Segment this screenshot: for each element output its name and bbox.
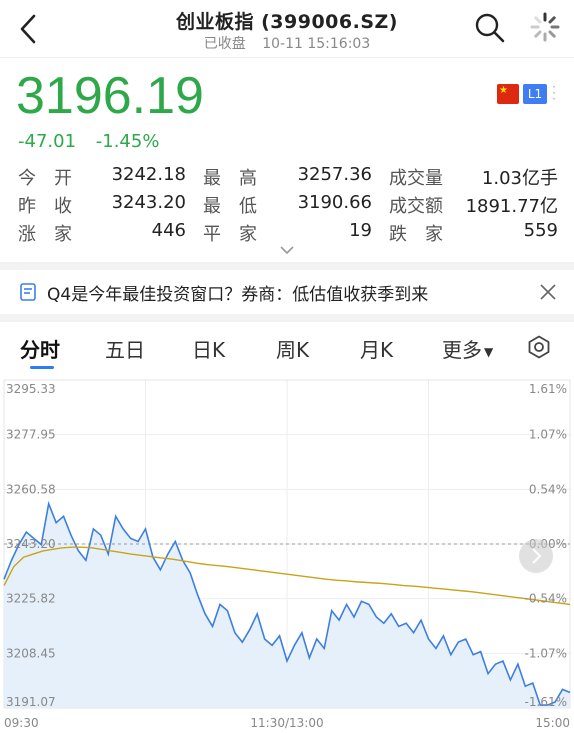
- section-divider: [0, 314, 574, 322]
- y-axis-left-label: 3243.20: [6, 537, 56, 551]
- stat-value: 1891.77亿: [465, 196, 558, 217]
- l1-badge[interactable]: L1: [523, 84, 547, 104]
- stat-label: 最低: [203, 196, 275, 217]
- top-bar: 创业板指 (399006.SZ) 已收盘 10-11 15:16:03: [0, 0, 574, 58]
- search-icon[interactable]: [474, 12, 506, 44]
- stats-row: 涨家 446 平家 19 跌家 559: [0, 220, 574, 246]
- stat-label: 今开: [18, 168, 90, 189]
- news-document-icon: [20, 283, 36, 301]
- status-text: 已收盘: [203, 36, 246, 52]
- news-headline[interactable]: Q4是今年最佳投资窗口？券商：低估值收获季到来: [47, 280, 428, 305]
- stat-value: 3190.66: [297, 192, 372, 213]
- y-axis-right-label: 1.61%: [529, 382, 567, 396]
- x-axis-label: 15:00: [535, 716, 570, 730]
- tab-five-day[interactable]: 五日: [105, 334, 145, 363]
- stat-label: 最高: [203, 168, 275, 189]
- tab-more[interactable]: 更多 ▼: [442, 334, 493, 363]
- x-axis-label: 09:30: [4, 716, 39, 730]
- y-axis-left-label: 3260.58: [6, 482, 56, 496]
- loading-spinner-icon[interactable]: [530, 12, 560, 42]
- stat-label: 成交额: [389, 196, 443, 217]
- stats-row: 昨收 3243.20 最低 3190.66 成交额 1891.77亿: [0, 192, 574, 218]
- close-icon[interactable]: [538, 282, 558, 302]
- next-arrow-icon[interactable]: [519, 539, 553, 573]
- tab-more-label: 更多: [442, 338, 482, 362]
- y-axis-right-label: 1.07%: [529, 428, 567, 442]
- news-banner[interactable]: Q4是今年最佳投资窗口？券商：低估值收获季到来: [0, 270, 574, 314]
- dropdown-caret-icon: ▼: [484, 344, 494, 359]
- stat-label: 涨家: [18, 224, 90, 245]
- change-percent: -1.45%: [95, 131, 160, 152]
- settings-icon[interactable]: [527, 335, 551, 359]
- more-options-icon[interactable]: · · ·: [550, 81, 558, 105]
- intraday-chart[interactable]: 3295.33 3277.95 3260.58 3243.20 3225.82 3208.…: [0, 372, 574, 733]
- tab-monthly-k[interactable]: 月K: [360, 334, 393, 363]
- current-price: 3196.19: [16, 67, 204, 125]
- y-axis-left-label: 3277.95: [6, 428, 56, 442]
- stat-value: 19: [349, 220, 372, 241]
- stat-label: 平家: [203, 224, 275, 245]
- active-tab-indicator: [30, 366, 54, 369]
- y-axis-right-label: -1.61%: [525, 695, 567, 709]
- stat-value: 1.03亿手: [481, 168, 558, 189]
- x-axis-label: 11:30/13:00: [250, 716, 323, 730]
- china-flag-icon: ★: [497, 84, 519, 104]
- tab-weekly-k[interactable]: 周K: [276, 334, 309, 363]
- stat-value: 446: [151, 220, 186, 241]
- stat-label: 昨收: [18, 196, 90, 217]
- y-axis-right-label: -1.07%: [525, 646, 567, 660]
- y-axis-left-label: 3225.82: [6, 592, 56, 606]
- y-axis-left-label: 3295.33: [6, 382, 56, 396]
- price-change: -47.01 -1.45%: [18, 131, 173, 152]
- y-axis-left-label: 3208.45: [6, 646, 56, 660]
- chart-canvas: 3295.33 3277.95 3260.58 3243.20 3225.82 3208.…: [3, 379, 571, 730]
- stat-label: 跌家: [389, 224, 461, 245]
- y-axis-right-label: 0.54%: [529, 482, 567, 496]
- timestamp: 10-11 15:16:03: [262, 36, 371, 52]
- stat-value: 559: [523, 220, 558, 241]
- tab-daily-k[interactable]: 日K: [192, 334, 225, 363]
- y-axis-right-label: -0.54%: [525, 592, 567, 606]
- expand-chevron-icon[interactable]: [279, 245, 295, 255]
- change-value: -47.01: [18, 131, 77, 152]
- stat-value: 3243.20: [111, 192, 186, 213]
- tab-intraday[interactable]: 分时: [20, 334, 60, 363]
- stat-value: 3242.18: [111, 164, 186, 185]
- stat-label: 成交量: [389, 168, 443, 189]
- stats-row: 今开 3242.18 最高 3257.36 成交量 1.03亿手: [0, 164, 574, 190]
- stat-value: 3257.36: [297, 164, 372, 185]
- chart-period-tabs: 分时 五日 日K 周K 月K 更多 ▼: [0, 322, 574, 372]
- y-axis-left-label: 3191.07: [6, 695, 56, 709]
- section-divider: [0, 262, 574, 270]
